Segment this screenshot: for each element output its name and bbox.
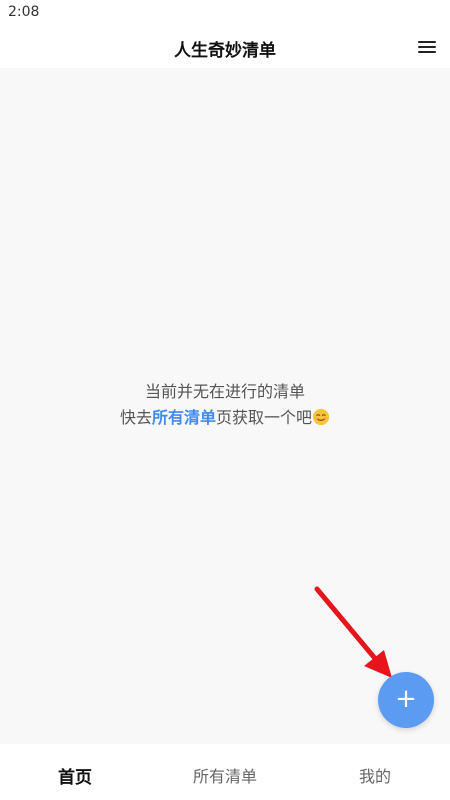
empty-state-message: 当前并无在进行的清单 快去所有清单页获取一个吧 [0,379,450,431]
menu-icon-line [418,46,436,48]
empty-state-suffix: 页获取一个吧 [216,408,313,427]
app-screen: 2:08 人生奇妙清单 当前并无在进行的清单 快去所有清单页获取一个吧 + 首页… [0,0,450,800]
all-lists-link[interactable]: 所有清单 [152,408,216,427]
app-header: 人生奇妙清单 [0,28,450,68]
bottom-tab-bar: 首页 所有清单 我的 [0,744,450,800]
tab-home[interactable]: 首页 [0,744,150,800]
status-time: 2:08 [8,4,40,20]
main-content: 当前并无在进行的清单 快去所有清单页获取一个吧 [0,68,450,744]
menu-icon-line [418,51,436,53]
plus-icon: + [395,684,417,714]
menu-icon[interactable] [418,39,436,55]
tab-mine[interactable]: 我的 [300,744,450,800]
page-title: 人生奇妙清单 [174,41,276,61]
menu-icon-line [418,41,436,43]
status-bar: 2:08 [0,0,450,28]
smile-icon [312,408,330,426]
empty-state-line2: 快去所有清单页获取一个吧 [0,405,450,431]
add-list-button[interactable]: + [378,672,434,728]
tab-all-lists[interactable]: 所有清单 [150,744,300,800]
empty-state-prefix: 快去 [119,408,152,427]
empty-state-line1: 当前并无在进行的清单 [144,382,305,401]
